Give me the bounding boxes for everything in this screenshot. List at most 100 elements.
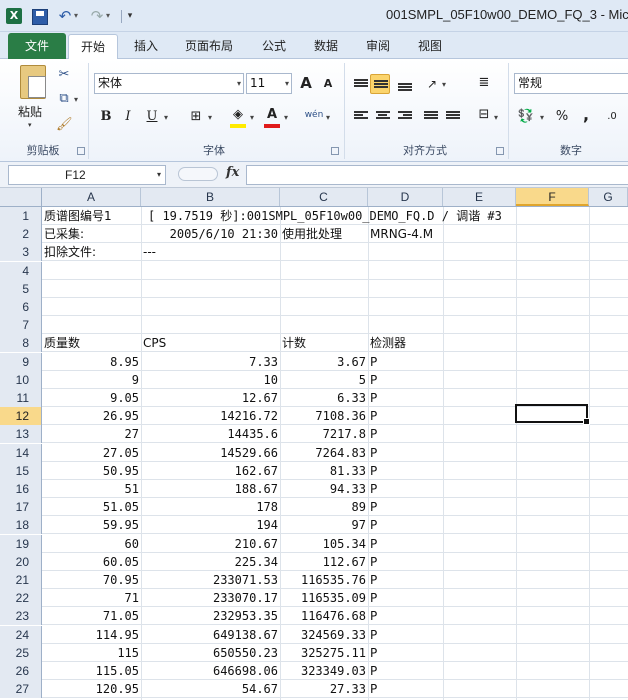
cell-b[interactable]: 14435.6	[141, 425, 280, 443]
underline-dropdown-icon[interactable]: ▾	[164, 113, 168, 122]
wrap-text-icon[interactable]: ≣	[474, 73, 494, 93]
cell-a[interactable]: 60.05	[42, 553, 141, 571]
cell-b[interactable]: 225.34	[141, 553, 280, 571]
cell-a[interactable]: 60	[42, 535, 141, 553]
cell-d[interactable]: P	[368, 535, 443, 553]
row-header[interactable]: 21	[0, 571, 42, 589]
row-header[interactable]: 6	[0, 298, 42, 316]
tab-page-layout[interactable]: 页面布局	[176, 34, 242, 59]
cell-d[interactable]: 检测器	[368, 334, 443, 352]
cell-b[interactable]: 188.67	[141, 480, 280, 498]
column-header-b[interactable]: B	[141, 188, 280, 206]
row-header[interactable]: 15	[0, 461, 42, 480]
tab-data[interactable]: 数据	[304, 34, 348, 59]
cell-d[interactable]: P	[368, 626, 443, 644]
cell-a[interactable]: 扣除文件:	[42, 243, 141, 261]
tab-formulas[interactable]: 公式	[252, 34, 296, 59]
font-size-combo[interactable]: 11 ▾	[246, 73, 292, 94]
column-header-a[interactable]: A	[42, 188, 141, 206]
cell-c[interactable]: 324569.33	[280, 626, 368, 644]
currency-icon[interactable]: 💱	[516, 107, 536, 127]
cell-d[interactable]: P	[368, 571, 443, 589]
cell-b[interactable]: 2005/6/10 21:30	[141, 225, 280, 243]
row-header[interactable]: 26	[0, 662, 42, 680]
cell-c[interactable]: 116535.09	[280, 589, 368, 607]
align-left-icon[interactable]	[354, 111, 368, 122]
cell-c[interactable]: 116476.68	[280, 607, 368, 625]
row-header[interactable]: 22	[0, 589, 42, 608]
cell-d[interactable]: P	[368, 498, 443, 516]
row-header[interactable]: 12	[0, 407, 42, 426]
cell-d[interactable]: P	[368, 662, 443, 680]
row-header[interactable]: 1	[0, 207, 42, 225]
font-color-dropdown-icon[interactable]: ▾	[284, 113, 288, 122]
select-all-corner[interactable]	[0, 188, 42, 206]
font-launcher-icon[interactable]	[331, 147, 339, 155]
cell-c[interactable]: 81.33	[280, 462, 368, 480]
cell-b[interactable]: 12.67	[141, 389, 280, 407]
cell-c[interactable]: 6.33	[280, 389, 368, 407]
undo-dropdown-icon[interactable]: ▾	[74, 7, 78, 25]
excel-app-icon[interactable]: X	[6, 8, 22, 24]
row-header[interactable]: 24	[0, 625, 42, 644]
row-header[interactable]: 4	[0, 261, 42, 280]
row-header[interactable]: 11	[0, 389, 42, 407]
cell-c[interactable]: 89	[280, 498, 368, 516]
cell-c[interactable]: 7264.83	[280, 444, 368, 462]
insert-function-button[interactable]: fx	[226, 165, 239, 180]
formula-input[interactable]	[246, 165, 628, 185]
cell-c[interactable]: 323349.03	[280, 662, 368, 680]
cell-b[interactable]: 10	[141, 371, 280, 389]
italic-button[interactable]: I	[118, 107, 138, 127]
cell-a[interactable]: 51	[42, 480, 141, 498]
cell-c[interactable]: 3.67	[280, 353, 368, 371]
shrink-font-icon[interactable]: A	[318, 74, 338, 94]
cell-b[interactable]: 14529.66	[141, 444, 280, 462]
copy-icon[interactable]: ⧉	[56, 91, 72, 107]
cell-a[interactable]: 115	[42, 644, 141, 662]
row-header[interactable]: 25	[0, 643, 42, 662]
fill-color-icon[interactable]: ◈	[228, 105, 248, 125]
row-header[interactable]: 20	[0, 552, 42, 571]
borders-dropdown-icon[interactable]: ▾	[208, 113, 212, 122]
paste-icon[interactable]	[20, 65, 46, 99]
borders-icon[interactable]: ⊞	[186, 107, 206, 127]
format-painter-icon[interactable]: 🖌	[56, 117, 73, 133]
row-header[interactable]: 5	[0, 279, 42, 298]
cell-b[interactable]: 650550.23	[141, 644, 280, 662]
cell-d[interactable]: P	[368, 389, 443, 407]
cell-a[interactable]: 27.05	[42, 444, 141, 462]
row-header[interactable]: 3	[0, 243, 42, 262]
cell-a[interactable]: 27	[42, 425, 141, 443]
column-header-f[interactable]: F	[516, 188, 589, 206]
cell-c[interactable]: 94.33	[280, 480, 368, 498]
cell-c[interactable]: 计数	[280, 334, 368, 352]
redo-icon[interactable]: ↷	[90, 7, 104, 25]
cell-d[interactable]: P	[368, 371, 443, 389]
cell-d[interactable]: P	[368, 589, 443, 607]
column-header-d[interactable]: D	[368, 188, 443, 206]
tab-insert[interactable]: 插入	[124, 34, 168, 59]
alignment-launcher-icon[interactable]	[496, 147, 504, 155]
paste-dropdown-icon[interactable]: ▾	[28, 121, 32, 129]
cell-b[interactable]: 162.67	[141, 462, 280, 480]
row-header[interactable]: 7	[0, 316, 42, 335]
cell-a[interactable]: 9	[42, 371, 141, 389]
cell-c[interactable]: 使用批处理	[280, 225, 368, 243]
cell-d[interactable]: P	[368, 553, 443, 571]
comma-button[interactable]: ,	[576, 105, 596, 125]
row-header[interactable]: 16	[0, 480, 42, 498]
row-header[interactable]: 8	[0, 334, 42, 353]
cell-d[interactable]: P	[368, 516, 443, 534]
row-header[interactable]: 19	[0, 534, 42, 553]
fill-color-dropdown-icon[interactable]: ▾	[250, 113, 254, 122]
cell-a[interactable]: 已采集:	[42, 225, 141, 243]
cell-a[interactable]: 50.95	[42, 462, 141, 480]
bold-button[interactable]: B	[96, 107, 116, 127]
font-size-dropdown-icon[interactable]: ▾	[285, 74, 289, 93]
cell-a[interactable]: 70.95	[42, 571, 141, 589]
save-icon[interactable]	[32, 9, 48, 25]
cell-c[interactable]: 325275.11	[280, 644, 368, 662]
cell-c[interactable]: 116535.76	[280, 571, 368, 589]
cell-c[interactable]: 27.33	[280, 680, 368, 698]
